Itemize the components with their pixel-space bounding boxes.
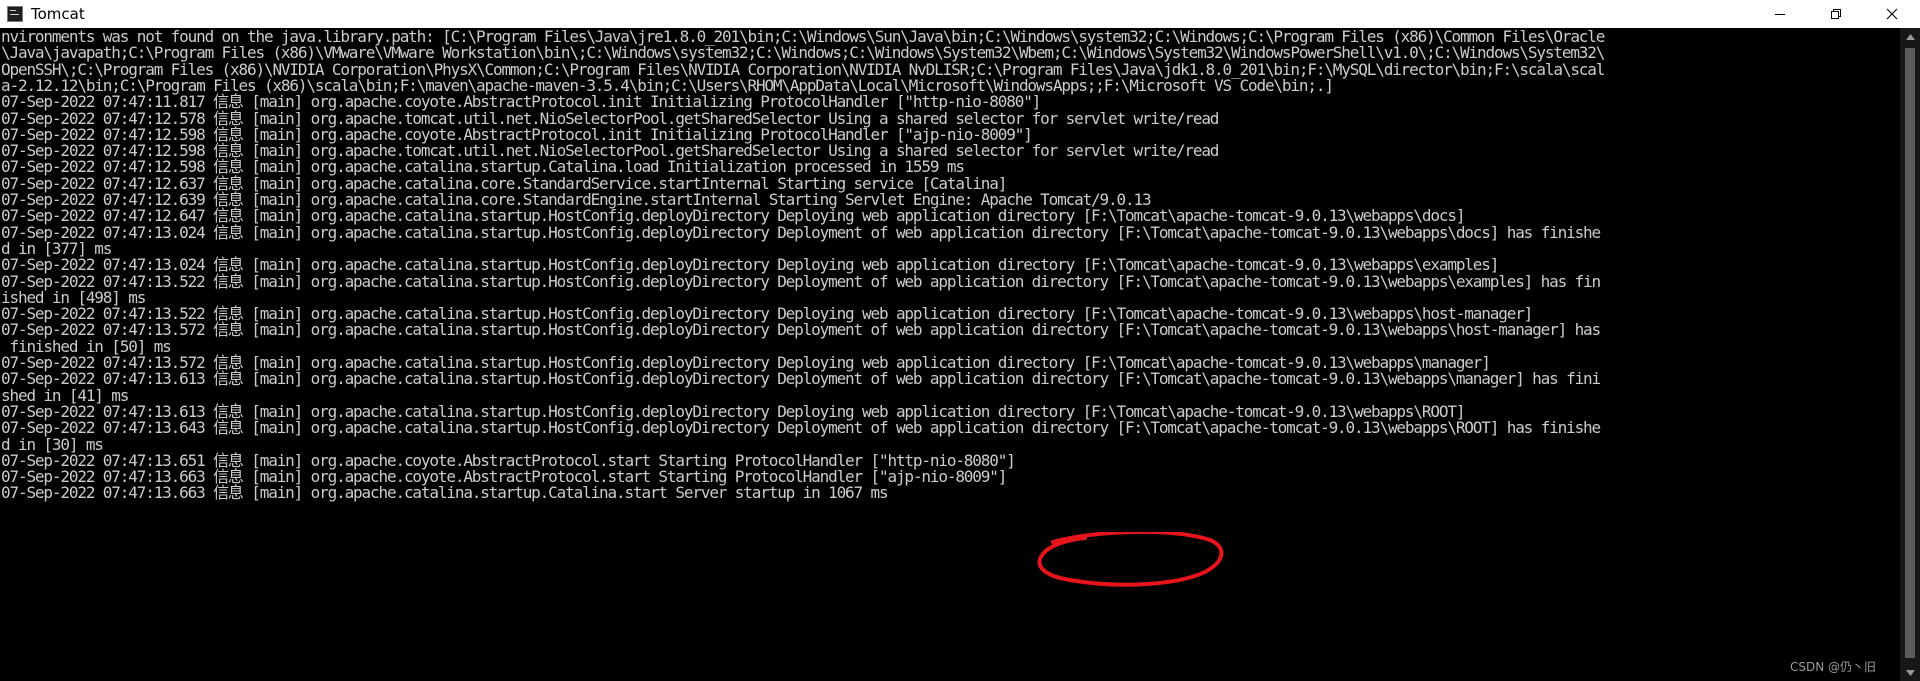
scroll-down-button[interactable] — [1900, 664, 1920, 681]
maximize-button[interactable] — [1808, 0, 1864, 28]
console-line: 07-Sep-2022 07:47:13.613 信息 [main] org.a… — [1, 369, 1601, 389]
console-window: Tomcat nvironments was not found on the … — [0, 0, 1920, 681]
scroll-up-arrow-icon — [1905, 33, 1915, 40]
scroll-down-arrow-icon — [1905, 669, 1915, 676]
title-bar[interactable]: Tomcat — [0, 0, 1920, 28]
console-line: 07-Sep-2022 07:47:13.024 信息 [main] org.a… — [1, 222, 1601, 242]
console-line: 07-Sep-2022 07:47:13.643 信息 [main] org.a… — [1, 418, 1601, 438]
minimize-button[interactable] — [1752, 0, 1808, 28]
minimize-icon — [1775, 14, 1785, 15]
console-line: 07-Sep-2022 07:47:13.663 信息 [main] org.a… — [1, 483, 889, 503]
scrollbar-thumb[interactable] — [1905, 48, 1915, 658]
close-button[interactable] — [1864, 0, 1920, 28]
window-controls — [1752, 0, 1920, 28]
console-app-icon[interactable] — [7, 6, 23, 22]
console-line: 07-Sep-2022 07:47:13.522 信息 [main] org.a… — [1, 271, 1601, 291]
console-line: 07-Sep-2022 07:47:13.572 信息 [main] org.a… — [1, 320, 1601, 340]
window-title: Tomcat — [31, 5, 85, 23]
maximize-icon — [1831, 9, 1841, 19]
csdn-watermark: CSDN @仍丶旧 — [1789, 660, 1876, 674]
console-output[interactable]: nvironments was not found on the java.li… — [0, 28, 1900, 681]
scroll-up-button[interactable] — [1900, 28, 1920, 45]
close-icon — [1886, 8, 1898, 20]
vertical-scrollbar[interactable] — [1900, 28, 1920, 681]
